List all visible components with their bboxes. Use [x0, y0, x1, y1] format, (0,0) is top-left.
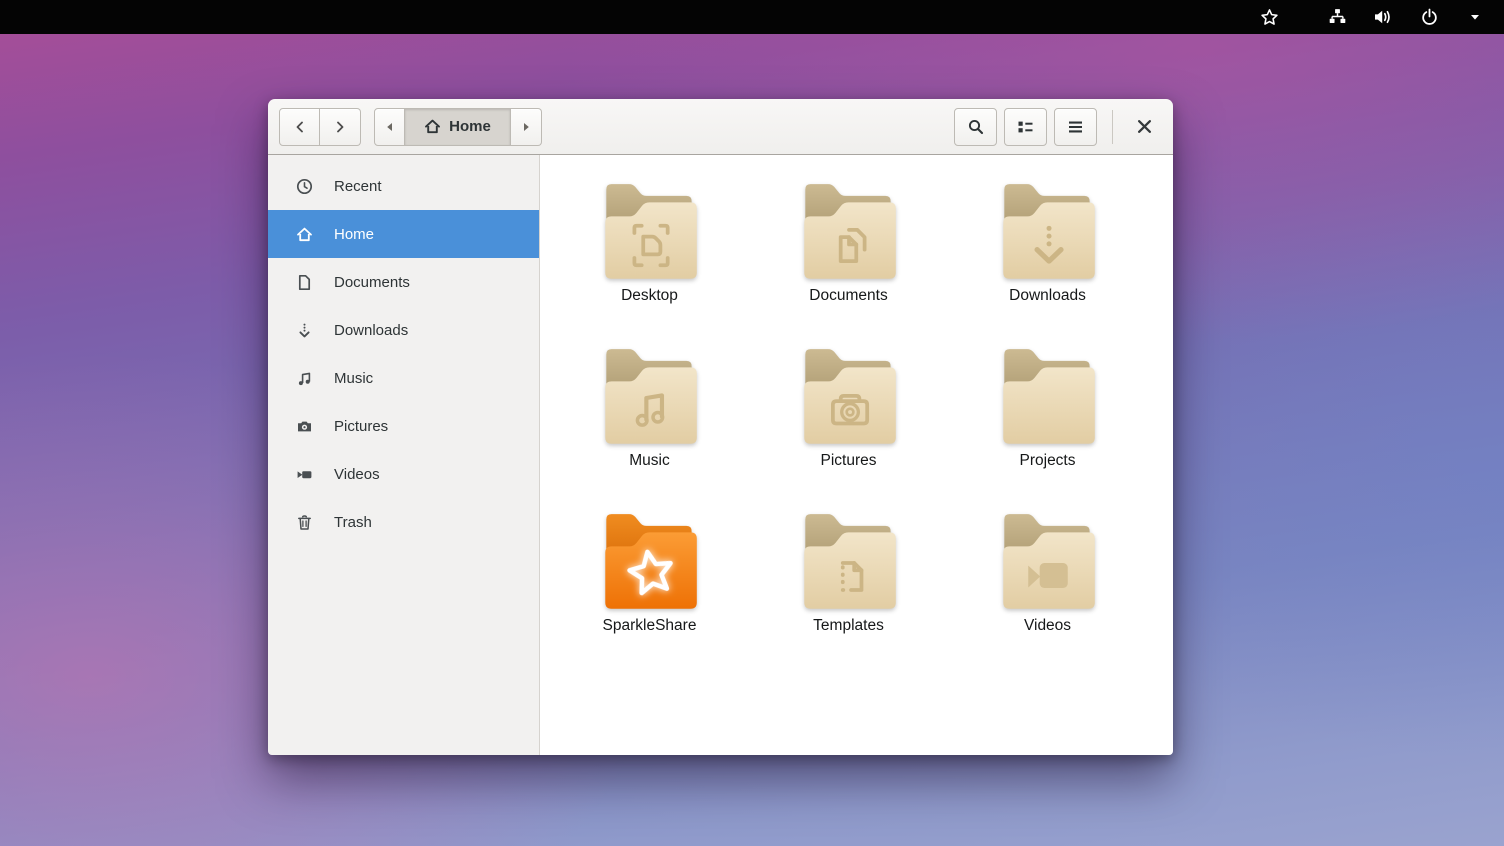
trash-can-icon — [296, 514, 313, 531]
sidebar-item-label: Recent — [334, 178, 382, 195]
file-item-downloads[interactable]: Downloads — [948, 181, 1147, 346]
file-item-documents[interactable]: Documents — [749, 181, 948, 346]
folder-icon-desktop-emblem — [597, 181, 703, 285]
sidebar-item-recent[interactable]: Recent — [268, 162, 539, 210]
path-bar: Home — [374, 108, 542, 146]
file-label: Desktop — [621, 287, 678, 305]
titlebar: Home — [268, 99, 1173, 155]
file-item-templates[interactable]: Templates — [749, 511, 948, 676]
file-grid: Desktop Documents — [540, 155, 1173, 755]
power-icon[interactable] — [1414, 2, 1444, 32]
file-label: Videos — [1024, 617, 1071, 635]
favorites-star-icon[interactable] — [1254, 2, 1284, 32]
path-next-button[interactable] — [511, 108, 542, 146]
file-label: Music — [629, 452, 669, 470]
forward-button[interactable] — [320, 108, 361, 146]
path-segment-home[interactable]: Home — [405, 108, 511, 146]
file-item-videos[interactable]: Videos — [948, 511, 1147, 676]
file-label: Templates — [813, 617, 884, 635]
sidebar-item-label: Music — [334, 370, 373, 387]
top-bar — [0, 0, 1504, 34]
sidebar-item-label: Downloads — [334, 322, 408, 339]
places-sidebar: Recent Home Documents Downloads — [268, 155, 540, 755]
sidebar-item-downloads[interactable]: Downloads — [268, 306, 539, 354]
document-icon — [296, 274, 313, 291]
path-segment-label: Home — [449, 118, 491, 135]
path-previous-button[interactable] — [374, 108, 405, 146]
sidebar-item-home[interactable]: Home — [268, 210, 539, 258]
home-icon — [296, 226, 313, 243]
sidebar-item-trash[interactable]: Trash — [268, 498, 539, 546]
file-label: Downloads — [1009, 287, 1086, 305]
folder-icon-glowing-star-emblem — [597, 511, 703, 615]
recent-clock-icon — [296, 178, 313, 195]
file-manager-window: Home Recent — [268, 99, 1173, 755]
network-workgroup-icon[interactable] — [1322, 2, 1352, 32]
file-item-projects[interactable]: Projects — [948, 346, 1147, 511]
file-label: Documents — [809, 287, 887, 305]
sidebar-item-videos[interactable]: Videos — [268, 450, 539, 498]
sidebar-item-label: Home — [334, 226, 374, 243]
list-view-button[interactable] — [1004, 108, 1047, 146]
video-camera-icon — [296, 466, 313, 483]
folder-icon-music-notes-emblem — [597, 346, 703, 450]
search-button[interactable] — [954, 108, 997, 146]
file-label: Pictures — [821, 452, 877, 470]
folder-icon-template-document-emblem — [796, 511, 902, 615]
sidebar-item-label: Documents — [334, 274, 410, 291]
sidebar-item-label: Trash — [334, 514, 372, 531]
camera-icon — [296, 418, 313, 435]
sidebar-item-label: Videos — [334, 466, 380, 483]
file-label: Projects — [1020, 452, 1076, 470]
titlebar-separator — [1112, 110, 1113, 144]
folder-icon-camera-emblem — [796, 346, 902, 450]
sidebar-item-documents[interactable]: Documents — [268, 258, 539, 306]
chevron-down-icon[interactable] — [1460, 2, 1490, 32]
close-button[interactable] — [1126, 109, 1162, 145]
folder-icon-video-camera-emblem — [995, 511, 1101, 615]
file-item-desktop[interactable]: Desktop — [550, 181, 749, 346]
file-item-pictures[interactable]: Pictures — [749, 346, 948, 511]
download-arrow-icon — [296, 322, 313, 339]
music-notes-icon — [296, 370, 313, 387]
menu-button[interactable] — [1054, 108, 1097, 146]
folder-icon-document-pages-emblem — [796, 181, 902, 285]
volume-icon[interactable] — [1368, 2, 1398, 32]
back-button[interactable] — [279, 108, 320, 146]
history-nav-group — [279, 108, 361, 146]
file-item-sparkleshare[interactable]: SparkleShare — [550, 511, 749, 676]
sidebar-item-music[interactable]: Music — [268, 354, 539, 402]
sidebar-item-label: Pictures — [334, 418, 388, 435]
folder-icon-download-arrow-emblem — [995, 181, 1101, 285]
home-icon — [424, 118, 441, 135]
window-body: Recent Home Documents Downloads — [268, 155, 1173, 755]
folder-icon-plain — [995, 346, 1101, 450]
sidebar-item-pictures[interactable]: Pictures — [268, 402, 539, 450]
file-label: SparkleShare — [603, 617, 697, 635]
file-item-music[interactable]: Music — [550, 346, 749, 511]
